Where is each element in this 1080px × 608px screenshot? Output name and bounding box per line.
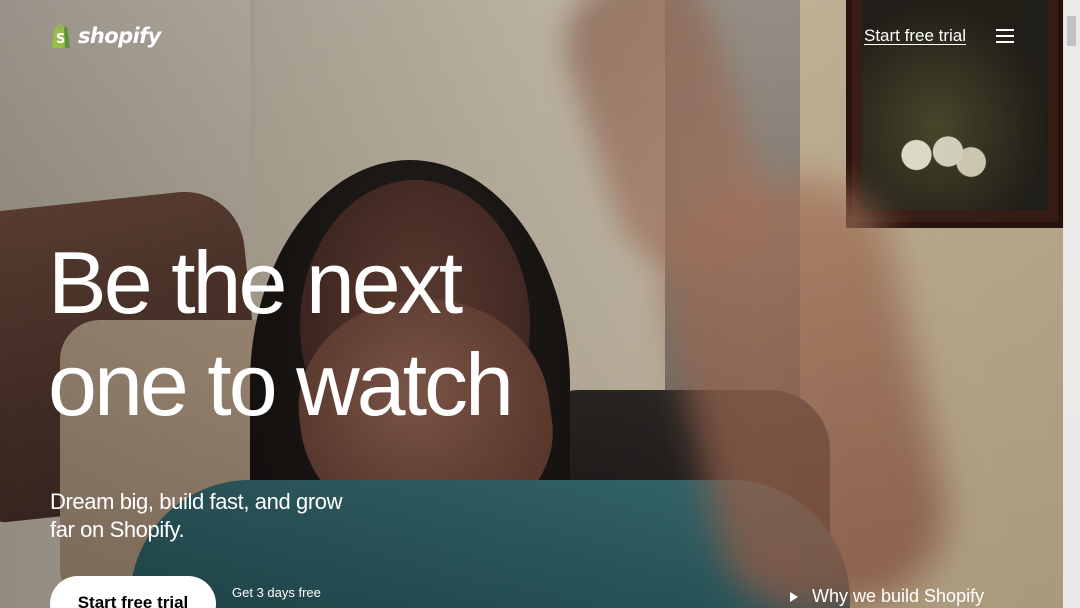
why-we-build-shopify-video-link[interactable]: Why we build Shopify [790,586,984,607]
shopify-bag-icon: S [52,24,70,49]
svg-text:S: S [56,32,65,47]
hamburger-menu-icon[interactable] [996,28,1014,44]
hero-headline-line-1: Be the next [48,233,463,332]
hero-subheading-line-1: Dream big, build fast, and grow [50,489,343,514]
logo-wordmark: shopify [78,24,161,48]
header-start-free-trial-link[interactable]: Start free trial [864,26,966,46]
hero-headline: Be the next one to watch [48,232,514,436]
shopify-logo-link[interactable]: S shopify [50,22,161,50]
scrollbar-thumb[interactable] [1067,16,1076,46]
video-link-label: Why we build Shopify [812,586,985,606]
trial-note: Get 3 days free [232,585,321,600]
hero-headline-line-2: one to watch [48,335,514,434]
shopify-homepage: S shopify Start free trial Be the next o… [0,0,1080,608]
hero-start-free-trial-button[interactable]: Start free trial [50,576,216,608]
page-scrollbar[interactable] [1063,0,1080,608]
play-icon [790,591,798,602]
hero-subheading-line-2: far on Shopify. [50,517,185,542]
hero-subheading: Dream big, build fast, and grow far on S… [50,488,370,544]
